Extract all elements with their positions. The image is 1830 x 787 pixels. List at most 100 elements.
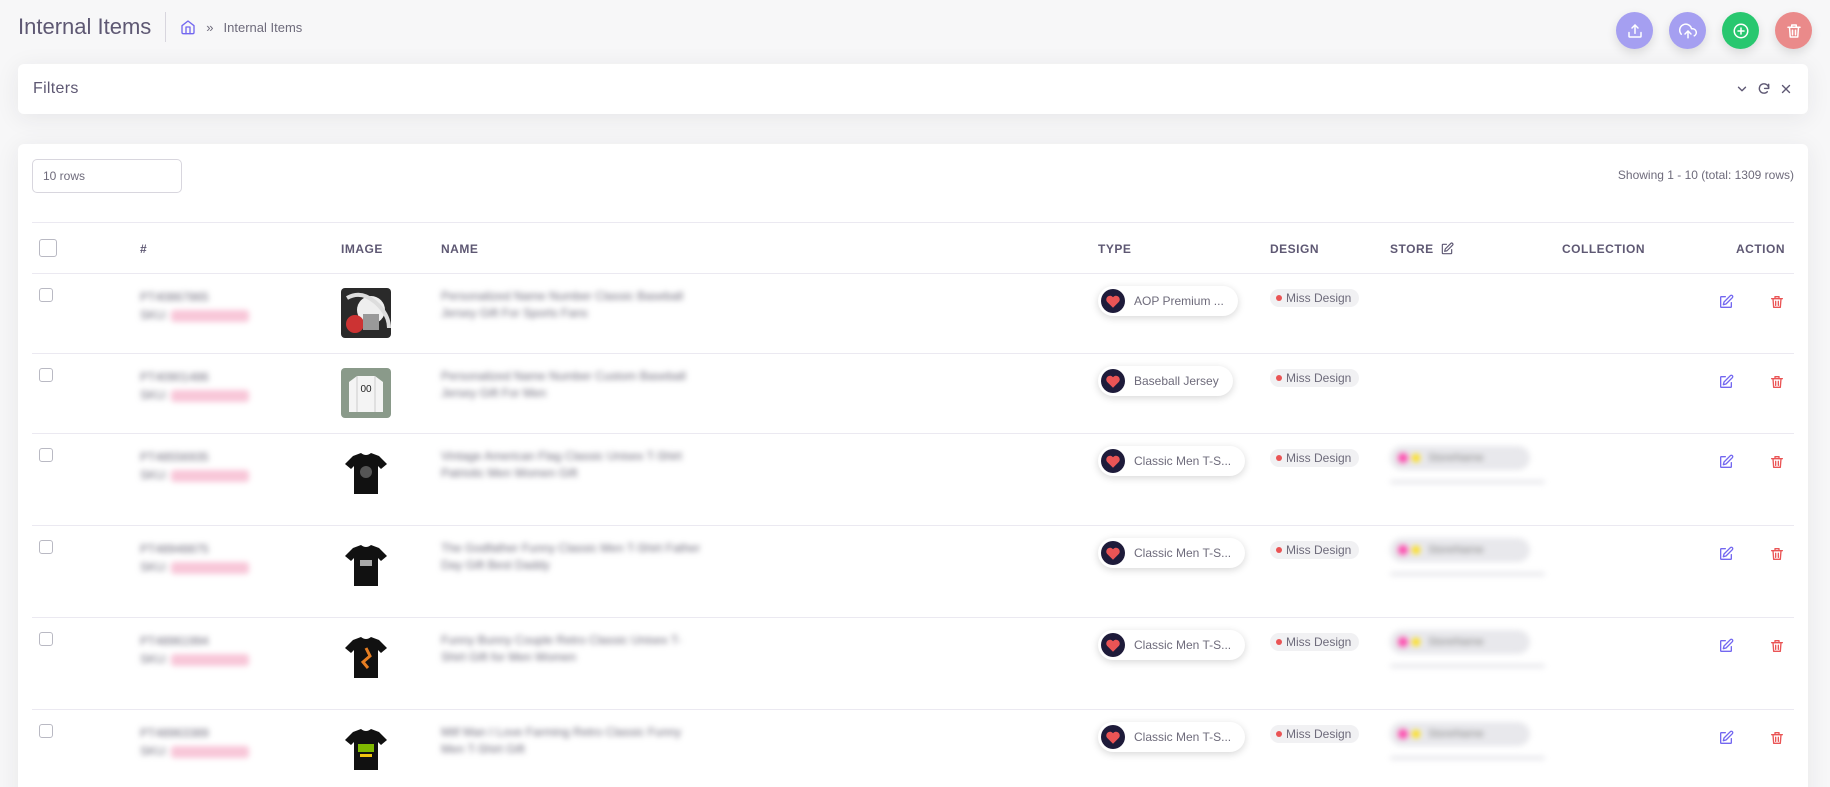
select-all-checkbox[interactable] <box>39 239 57 257</box>
type-label: Classic Men T-S... <box>1134 730 1232 744</box>
store-name: StoreName <box>1428 636 1484 648</box>
item-id: PT48948875 <box>140 542 209 556</box>
upload-cloud-icon <box>1678 22 1697 38</box>
product-image[interactable] <box>341 724 391 774</box>
row-checkbox[interactable] <box>39 632 53 651</box>
rows-per-page-select[interactable]: 10 rows <box>32 159 182 193</box>
product-image[interactable] <box>341 632 391 682</box>
product-name[interactable]: Personalized Name Number Custom Baseball… <box>441 368 701 402</box>
store-cell: StoreName <box>1390 446 1545 484</box>
product-image[interactable] <box>341 448 391 498</box>
refresh-icon[interactable] <box>1757 82 1771 96</box>
edit-icon <box>1720 638 1734 652</box>
item-id: PT48961994 <box>140 634 209 648</box>
edit-row-button[interactable] <box>1718 638 1734 659</box>
item-id: PT40867865 <box>140 290 209 304</box>
item-id-cell: PT40901486 SKU: SKU000000000 <box>140 370 250 402</box>
table-header: # IMAGE NAME TYPE DESIGN STORE COLLECTIO… <box>32 222 1794 274</box>
column-store: STORE <box>1390 223 1454 275</box>
heart-logo-icon <box>1101 541 1125 565</box>
pagination-summary: Showing 1 - 10 (total: 1309 rows) <box>1617 168 1794 182</box>
product-name[interactable]: Personalized Name Number Classic Basebal… <box>441 288 701 322</box>
row-checkbox[interactable] <box>39 540 53 559</box>
chevron-down-icon[interactable] <box>1735 82 1749 96</box>
breadcrumb: » Internal Items <box>180 19 302 35</box>
design-status-badge: Miss Design <box>1270 632 1360 651</box>
column-action: ACTION <box>1736 242 1785 256</box>
product-image[interactable]: 00 <box>341 368 391 418</box>
table-row: PT40901486 SKU: SKU000000000 00 Personalize… <box>32 354 1794 434</box>
product-name[interactable]: The Godfather Funny Classic Men T-Shirt … <box>441 540 701 574</box>
design-status-label: Miss Design <box>1286 727 1352 741</box>
product-image[interactable] <box>341 288 391 338</box>
row-checkbox[interactable] <box>39 724 53 743</box>
item-sku-label: SKU: <box>140 652 169 666</box>
edit-row-button[interactable] <box>1718 730 1734 751</box>
close-icon[interactable] <box>1779 82 1793 96</box>
type-chip: Classic Men T-S... <box>1098 538 1246 568</box>
edit-row-button[interactable] <box>1718 374 1734 395</box>
column-type: TYPE <box>1098 242 1132 256</box>
column-number: # <box>140 242 148 256</box>
type-chip: Baseball Jersey <box>1098 366 1233 396</box>
edit-icon <box>1720 546 1734 560</box>
delete-row-button[interactable] <box>1769 730 1785 751</box>
delete-row-button[interactable] <box>1769 638 1785 659</box>
delete-row-button[interactable] <box>1769 546 1785 567</box>
item-id-cell: PT40867865 SKU: SKU000000000 <box>140 290 250 322</box>
design-status-label: Miss Design <box>1286 371 1352 385</box>
table-row: PT48963389 SKU: SKU000000000 Milf Man I Lo… <box>32 710 1794 787</box>
item-sku-label: SKU: <box>140 560 169 574</box>
item-id-cell: PT48948875 SKU: SKU000000000 <box>140 542 250 574</box>
breadcrumb-separator: » <box>206 19 214 35</box>
page-header: Internal Items » Internal Items <box>18 0 1812 54</box>
design-status-badge: Miss Design <box>1270 448 1360 467</box>
edit-icon <box>1720 454 1734 468</box>
upload-cloud-button[interactable] <box>1669 12 1706 49</box>
delete-row-button[interactable] <box>1769 374 1785 395</box>
row-checkbox[interactable] <box>39 368 53 387</box>
design-status-label: Miss Design <box>1286 451 1352 465</box>
delete-button[interactable] <box>1775 12 1812 49</box>
edit-icon <box>1720 730 1734 744</box>
design-status-badge: Miss Design <box>1270 368 1360 387</box>
store-name: StoreName <box>1428 544 1484 556</box>
product-image[interactable] <box>341 540 391 590</box>
item-sku-label: SKU: <box>140 744 169 758</box>
edit-row-button[interactable] <box>1718 546 1734 567</box>
edit-store-icon[interactable] <box>1440 242 1454 256</box>
product-name[interactable]: Milf Man I Love Farming Retro Classic Fu… <box>441 724 701 758</box>
trash-icon <box>1771 456 1783 468</box>
plus-circle-icon <box>1733 23 1748 38</box>
edit-row-button[interactable] <box>1718 454 1734 475</box>
breadcrumb-current: Internal Items <box>223 19 303 35</box>
export-button[interactable] <box>1616 12 1653 49</box>
header-actions <box>1616 12 1812 49</box>
type-label: AOP Premium ... <box>1134 294 1224 308</box>
type-label: Classic Men T-S... <box>1134 546 1232 560</box>
export-icon <box>1627 23 1642 38</box>
table-row: PT48556935 SKU: SKU000000000 Vintage Ameri… <box>32 434 1794 526</box>
store-name: StoreName <box>1428 728 1484 740</box>
row-checkbox[interactable] <box>39 288 53 307</box>
trash-icon <box>1786 23 1801 38</box>
row-checkbox[interactable] <box>39 448 53 467</box>
product-name[interactable]: Vintage American Flag Classic Unisex T-S… <box>441 448 701 482</box>
type-chip: Classic Men T-S... <box>1098 446 1246 476</box>
item-id-cell: PT48556935 SKU: SKU000000000 <box>140 450 250 482</box>
table-row: PT48961994 SKU: SKU000000000 Funny Bunny C… <box>32 618 1794 710</box>
delete-row-button[interactable] <box>1769 454 1785 475</box>
add-button[interactable] <box>1722 12 1759 49</box>
edit-row-button[interactable] <box>1718 294 1734 315</box>
filters-title: Filters <box>33 80 79 97</box>
column-name: NAME <box>441 242 479 256</box>
product-name[interactable]: Funny Bunny Couple Retro Classic Unisex … <box>441 632 701 666</box>
heart-logo-icon <box>1101 369 1125 393</box>
item-sku-label: SKU: <box>140 388 169 402</box>
filters-tools <box>1735 82 1793 96</box>
trash-icon <box>1771 296 1783 308</box>
table-card: 10 rows Showing 1 - 10 (total: 1309 rows… <box>18 144 1808 787</box>
home-icon[interactable] <box>180 19 196 35</box>
delete-row-button[interactable] <box>1769 294 1785 315</box>
edit-icon <box>1720 374 1734 388</box>
